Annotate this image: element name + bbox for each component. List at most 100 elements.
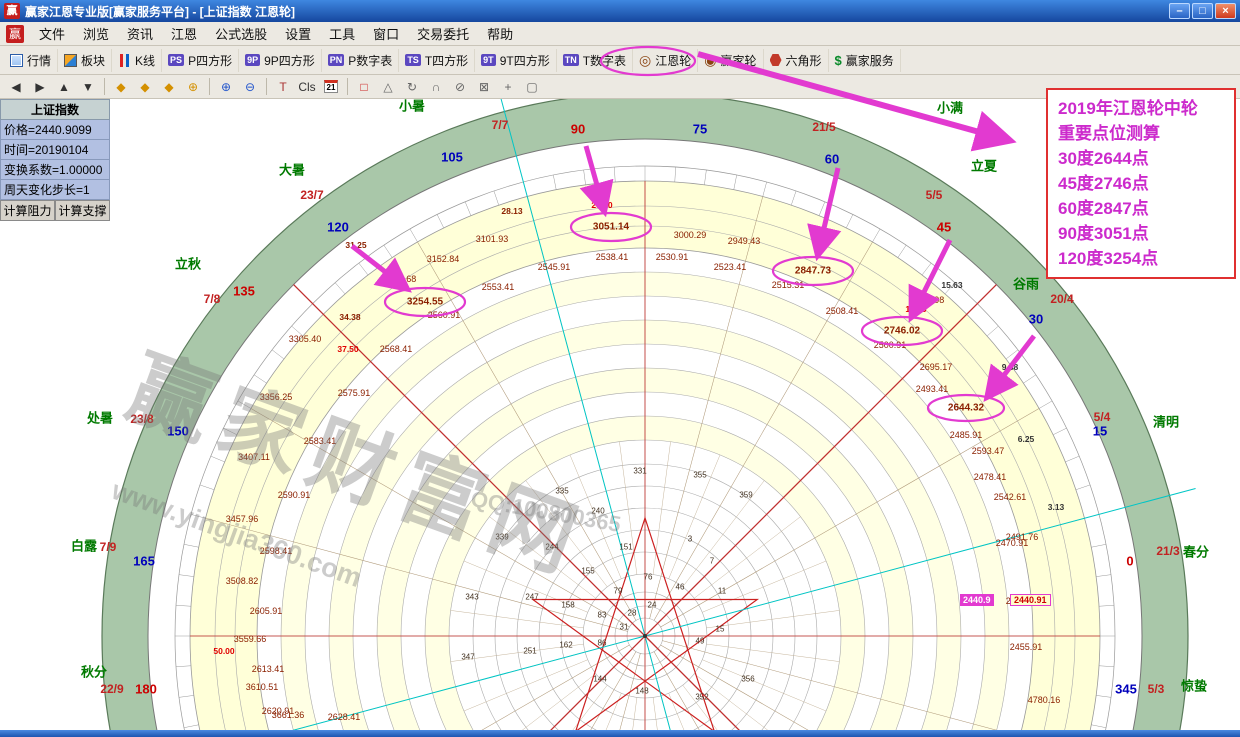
sectors-label: 板块 bbox=[81, 52, 105, 69]
t-tool[interactable]: T bbox=[272, 77, 294, 96]
9t-square-label: 9T四方形 bbox=[500, 52, 550, 69]
triangle-tool-icon: △ bbox=[383, 80, 392, 94]
winner-service-icon: $ bbox=[835, 54, 842, 67]
zoom-out-button[interactable]: ⊖ bbox=[239, 77, 261, 96]
diamond-tool-1[interactable]: ◆ bbox=[110, 77, 132, 96]
toolbar-item-9t-square[interactable]: 9T 9T四方形 bbox=[475, 49, 557, 72]
menu-bar: 赢 文件浏览资讯江恩公式选股设置工具窗口交易委托帮助 bbox=[0, 22, 1240, 46]
info-row-4: 周天变化步长=1 bbox=[0, 180, 110, 200]
menu-item-9[interactable]: 交易委托 bbox=[408, 21, 478, 46]
back-button[interactable]: ◀ bbox=[5, 77, 27, 96]
main-toolbar: 行情 板块 K线 PS P四方形 9P 9P四方形 PNP数字表 TS T四方形 9T 9T四方形 TN… bbox=[0, 46, 1240, 75]
down-button[interactable]: ▼ bbox=[77, 77, 99, 96]
rect-tool-icon: □ bbox=[360, 80, 367, 94]
quotes-label: 行情 bbox=[27, 52, 51, 69]
toolbar-item-hexagon[interactable]: 六角形 bbox=[764, 49, 829, 72]
9p-square-label: 9P四方形 bbox=[264, 52, 315, 69]
triangle-tool[interactable]: △ bbox=[377, 77, 399, 96]
toolbar-item-p-table[interactable]: PNP数字表 bbox=[322, 49, 400, 72]
window-title: 赢家江恩专业版[赢家服务平台] - [上证指数 江恩轮] bbox=[25, 3, 295, 20]
menu-item-8[interactable]: 窗口 bbox=[364, 21, 408, 46]
hexagon-label: 六角形 bbox=[786, 52, 822, 69]
diamond-tool-3-icon: ◆ bbox=[164, 80, 173, 94]
rect-tool[interactable]: □ bbox=[353, 77, 375, 96]
diamond-add-tool[interactable]: ⊕ bbox=[182, 77, 204, 96]
t-square-icon: TS bbox=[405, 54, 421, 66]
diamond-tool-1-icon: ◆ bbox=[116, 80, 125, 94]
p-table-label: P数字表 bbox=[348, 52, 392, 69]
rotate-tool[interactable]: ↻ bbox=[401, 77, 423, 96]
t-square-label: T四方形 bbox=[425, 52, 468, 69]
cls-button-icon: Cls bbox=[298, 80, 315, 94]
circle-slash-tool[interactable]: ⊘ bbox=[449, 77, 471, 96]
9t-square-icon: 9T bbox=[481, 54, 496, 66]
bottom-strip bbox=[0, 730, 1240, 737]
forward-button[interactable]: ▶ bbox=[29, 77, 51, 96]
select-tool-icon: ▢ bbox=[526, 80, 537, 94]
kline-label: K线 bbox=[135, 52, 155, 69]
zoom-in-button[interactable]: ⊕ bbox=[215, 77, 237, 96]
menu-item-3[interactable]: 资讯 bbox=[118, 21, 162, 46]
toolbar-item-quotes[interactable]: 行情 bbox=[4, 49, 58, 72]
calc-resistance-button[interactable]: 计算阻力 bbox=[0, 200, 55, 221]
cross-tool-icon: + bbox=[504, 80, 511, 94]
toolbar-item-p-square[interactable]: PS P四方形 bbox=[162, 49, 239, 72]
annotation-line-2: 重要点位测算 bbox=[1058, 121, 1224, 146]
toolbar-separator bbox=[209, 78, 210, 95]
toolbar-item-9p-square[interactable]: 9P 9P四方形 bbox=[239, 49, 322, 72]
winner-wheel-icon: ◉ bbox=[704, 54, 716, 67]
p-square-icon: PS bbox=[168, 54, 184, 66]
diamond-tool-3[interactable]: ◆ bbox=[158, 77, 180, 96]
menu-logo-icon: 赢 bbox=[6, 25, 24, 43]
annotation-line-7: 120度3254点 bbox=[1058, 246, 1224, 271]
forward-button-icon: ▶ bbox=[35, 80, 44, 94]
toolbar-separator bbox=[266, 78, 267, 95]
zoom-in-button-icon: ⊕ bbox=[221, 80, 231, 94]
p-square-label: P四方形 bbox=[188, 52, 232, 69]
calendar-button-icon: 21 bbox=[324, 80, 339, 93]
menu-item-7[interactable]: 工具 bbox=[320, 21, 364, 46]
toolbar-item-t-square[interactable]: TS T四方形 bbox=[399, 49, 475, 72]
9p-square-icon: 9P bbox=[245, 54, 260, 66]
toolbar-item-t-table[interactable]: TNT数字表 bbox=[557, 49, 633, 72]
menu-item-6[interactable]: 设置 bbox=[276, 21, 320, 46]
up-button[interactable]: ▲ bbox=[53, 77, 75, 96]
menu-item-4[interactable]: 江恩 bbox=[162, 21, 206, 46]
t-table-label: T数字表 bbox=[583, 52, 626, 69]
toolbar-item-winner-wheel[interactable]: ◉赢家轮 bbox=[698, 49, 763, 72]
menu-item-5[interactable]: 公式选股 bbox=[206, 21, 276, 46]
p-table-icon: PN bbox=[328, 54, 345, 66]
toolbar-item-winner-service[interactable]: $ 赢家服务 bbox=[829, 49, 901, 72]
menu-item-2[interactable]: 浏览 bbox=[74, 21, 118, 46]
arc-tool[interactable]: ∩ bbox=[425, 77, 447, 96]
title-bar: 赢 赢家江恩专业版[赢家服务平台] - [上证指数 江恩轮] – □ × bbox=[0, 0, 1240, 22]
annotation-box: 2019年江恩轮中轮重要点位测算30度2644点45度2746点60度2847点… bbox=[1046, 88, 1236, 279]
info-row-3: 变换系数=1.00000 bbox=[0, 160, 110, 180]
down-button-icon: ▼ bbox=[82, 80, 94, 94]
diamond-tool-2[interactable]: ◆ bbox=[134, 77, 156, 96]
close-button[interactable]: × bbox=[1215, 3, 1236, 19]
toolbar-item-sectors[interactable]: 板块 bbox=[58, 49, 112, 72]
cls-button[interactable]: Cls bbox=[296, 77, 318, 96]
annotation-line-3: 30度2644点 bbox=[1058, 146, 1224, 171]
menu-item-10[interactable]: 帮助 bbox=[478, 21, 522, 46]
maximize-button[interactable]: □ bbox=[1192, 3, 1213, 19]
winner-service-label: 赢家服务 bbox=[846, 52, 894, 69]
select-tool[interactable]: ▢ bbox=[521, 77, 543, 96]
minimize-button[interactable]: – bbox=[1169, 3, 1190, 19]
gann-wheel-label: 江恩轮 bbox=[655, 52, 691, 69]
toolbar-separator bbox=[347, 78, 348, 95]
toolbar-item-kline[interactable]: K线 bbox=[112, 49, 162, 72]
zoom-out-button-icon: ⊖ bbox=[245, 80, 255, 94]
up-button-icon: ▲ bbox=[58, 80, 70, 94]
region-tool[interactable]: ⊠ bbox=[473, 77, 495, 96]
annotation-line-1: 2019年江恩轮中轮 bbox=[1058, 96, 1224, 121]
menu-item-1[interactable]: 文件 bbox=[30, 21, 74, 46]
cross-tool[interactable]: + bbox=[497, 77, 519, 96]
toolbar-item-gann-wheel[interactable]: ◎江恩轮 bbox=[633, 49, 698, 72]
quotes-icon bbox=[10, 54, 23, 67]
calc-support-button[interactable]: 计算支撑 bbox=[55, 200, 110, 221]
kline-icon bbox=[118, 54, 131, 67]
annotation-line-4: 45度2746点 bbox=[1058, 171, 1224, 196]
calendar-button[interactable]: 21 bbox=[320, 77, 342, 96]
